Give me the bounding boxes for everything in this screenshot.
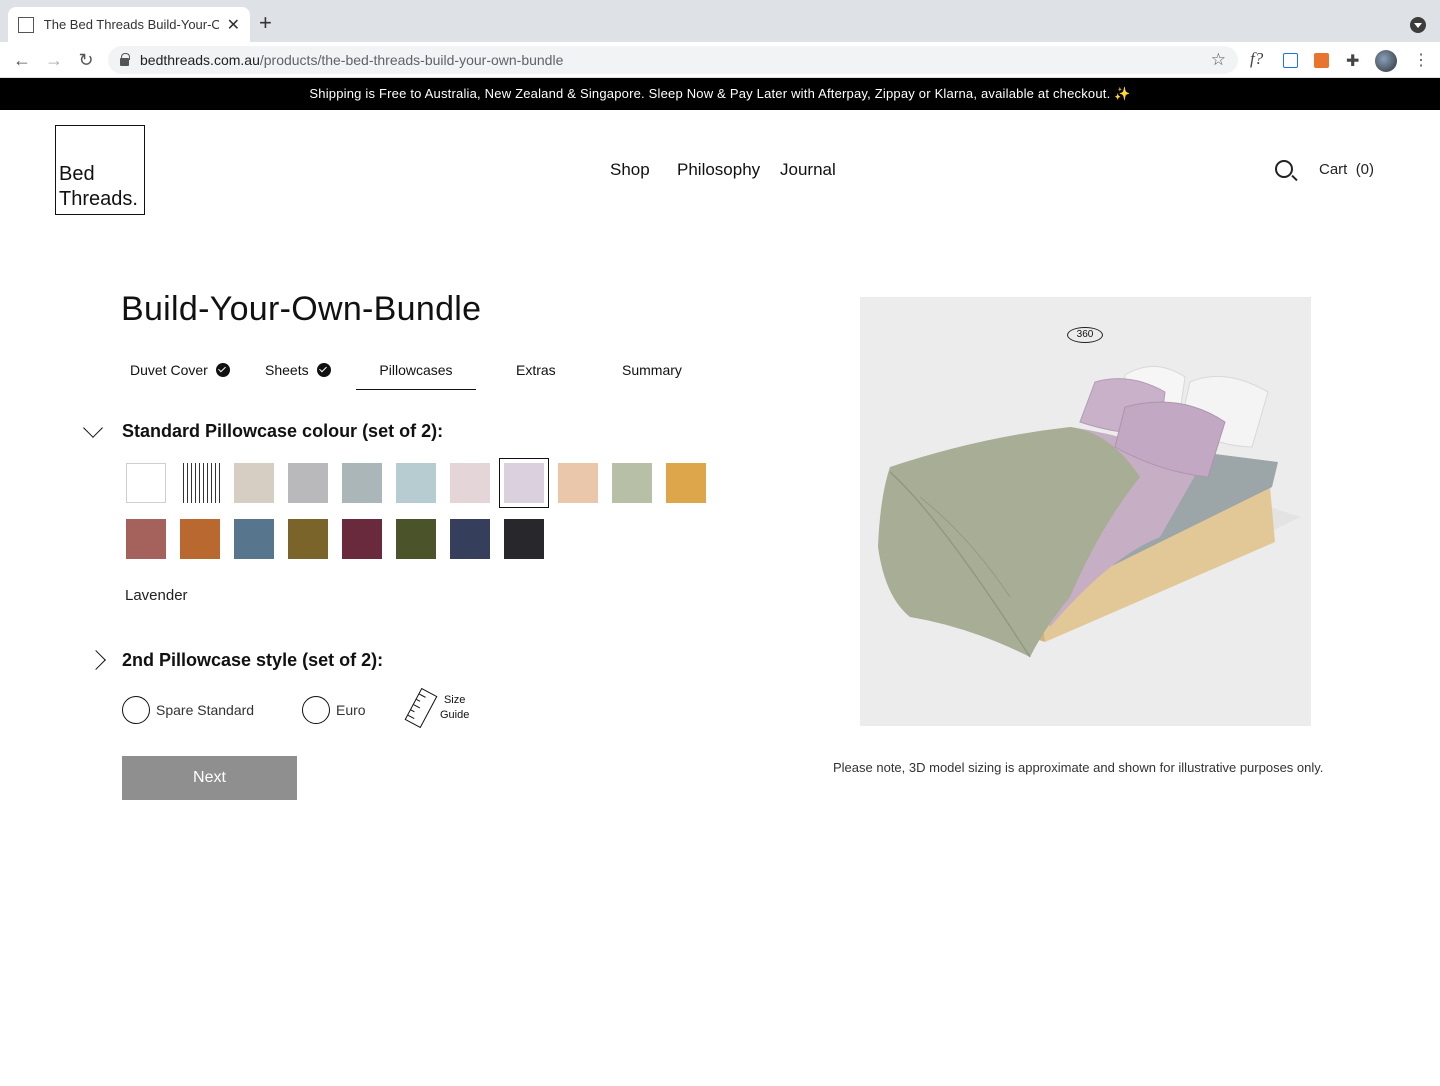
- browser-menu-icon[interactable]: ⋮: [1413, 50, 1429, 70]
- colour-swatch[interactable]: [126, 519, 166, 559]
- step-label: Duvet Cover: [130, 362, 208, 378]
- address-bar[interactable]: bedthreads.com.au /products/the-bed-thre…: [108, 46, 1238, 74]
- chevron-right-icon[interactable]: [86, 650, 106, 670]
- colour-swatch[interactable]: [342, 463, 382, 503]
- size-guide-line-2: Guide: [440, 709, 470, 721]
- colour-swatch[interactable]: [126, 463, 166, 503]
- size-guide-link[interactable]: Size Guide: [404, 687, 469, 729]
- profile-avatar[interactable]: [1375, 50, 1397, 72]
- colour-swatch[interactable]: [342, 519, 382, 559]
- colour-swatch[interactable]: [450, 519, 490, 559]
- cart-count: (0): [1355, 161, 1375, 178]
- colour-swatch[interactable]: [180, 519, 220, 559]
- size-guide-line-1: Size: [443, 694, 466, 706]
- colour-swatch[interactable]: [234, 463, 274, 503]
- step-pillowcases[interactable]: Pillowcases: [356, 350, 476, 390]
- site-favicon-icon: [18, 16, 34, 33]
- back-arrow-icon[interactable]: ←: [10, 48, 34, 72]
- colour-swatch[interactable]: [288, 519, 328, 559]
- nav-philosophy[interactable]: Philosophy: [677, 160, 760, 180]
- checkmark-icon: [316, 363, 331, 377]
- colour-swatch[interactable]: [396, 519, 436, 559]
- 3d-bed-viewer[interactable]: 360: [860, 297, 1311, 726]
- option-euro[interactable]: Euro: [302, 696, 366, 724]
- step-sheets[interactable]: Sheets: [265, 350, 331, 390]
- option-label: Euro: [336, 702, 366, 718]
- cart-link[interactable]: Cart (0): [1319, 161, 1374, 178]
- nav-shop[interactable]: Shop: [610, 160, 650, 180]
- logo-line-2: Threads.: [59, 188, 138, 210]
- tab-title: The Bed Threads Build-Your-O: [43, 17, 219, 32]
- url-path: /products/the-bed-threads-build-your-own…: [259, 52, 564, 68]
- extensions-puzzle-icon[interactable]: ✚: [1346, 51, 1359, 71]
- colour-swatch[interactable]: [666, 463, 706, 503]
- radio-button[interactable]: [302, 696, 330, 724]
- checkmark-icon: [215, 363, 230, 377]
- option-label: Spare Standard: [156, 702, 255, 718]
- selected-colour-name: Lavender: [125, 587, 188, 604]
- screenshot-extension-icon[interactable]: [1283, 53, 1298, 68]
- browser-tab-bar: The Bed Threads Build-Your-O ✕ +: [0, 0, 1440, 42]
- page-title: Build-Your-Own-Bundle: [121, 290, 482, 328]
- builder-steps: Duvet Cover Sheets Pillowcases Extras Su…: [122, 350, 722, 392]
- step-label: Sheets: [265, 362, 309, 378]
- ruler-icon: [404, 687, 438, 729]
- colour-swatch[interactable]: [396, 463, 436, 503]
- bed-illustration: [878, 366, 1300, 658]
- announcement-bar: Shipping is Free to Australia, New Zeala…: [0, 78, 1440, 110]
- browser-tab[interactable]: The Bed Threads Build-Your-O ✕: [8, 7, 250, 42]
- 360-rotate-icon[interactable]: 360: [1067, 327, 1103, 343]
- colour-swatch[interactable]: [450, 463, 490, 503]
- forward-arrow-icon[interactable]: →: [42, 48, 66, 72]
- step-label: Pillowcases: [379, 361, 453, 378]
- viewer-note: Please note, 3D model sizing is approxim…: [833, 760, 1324, 775]
- new-tab-icon[interactable]: +: [259, 12, 272, 34]
- search-icon[interactable]: [1275, 160, 1293, 178]
- step-label: Extras: [516, 362, 556, 378]
- reload-icon[interactable]: ↻: [74, 48, 98, 72]
- colour-swatch[interactable]: [180, 463, 220, 503]
- colour-swatch[interactable]: [288, 463, 328, 503]
- colour-swatch[interactable]: [558, 463, 598, 503]
- step-duvet-cover[interactable]: Duvet Cover: [130, 350, 230, 390]
- colour-swatch[interactable]: [499, 458, 549, 508]
- browser-toolbar: ← → ↻ bedthreads.com.au /products/the-be…: [0, 42, 1440, 78]
- option-spare-standard[interactable]: Spare Standard: [122, 696, 254, 724]
- close-tab-icon[interactable]: ✕: [227, 15, 240, 35]
- step-label: Summary: [622, 362, 682, 378]
- extension-badge-icon[interactable]: [1314, 53, 1329, 68]
- size-guide-label: Size Guide: [440, 693, 469, 723]
- lock-icon: [120, 53, 130, 66]
- radio-button[interactable]: [122, 696, 150, 724]
- step-summary[interactable]: Summary: [622, 350, 682, 390]
- cart-label: Cart: [1319, 161, 1348, 178]
- colour-swatch[interactable]: [612, 463, 652, 503]
- logo-line-1: Bed: [59, 163, 95, 185]
- colour-swatch[interactable]: [504, 519, 544, 559]
- font-extension-icon[interactable]: f?: [1250, 49, 1263, 69]
- url-host: bedthreads.com.au: [140, 52, 260, 68]
- site-logo[interactable]: Bed Threads.: [55, 125, 145, 215]
- next-button[interactable]: Next: [122, 756, 297, 800]
- nav-journal[interactable]: Journal: [780, 160, 836, 180]
- chevron-down-icon[interactable]: [83, 418, 103, 438]
- step-extras[interactable]: Extras: [516, 350, 556, 390]
- colour-section-title[interactable]: Standard Pillowcase colour (set of 2):: [122, 421, 443, 442]
- tab-search-icon[interactable]: [1410, 17, 1426, 33]
- colour-swatch[interactable]: [234, 519, 274, 559]
- bookmark-star-icon[interactable]: ☆: [1211, 50, 1226, 70]
- style-section-title[interactable]: 2nd Pillowcase style (set of 2):: [122, 650, 383, 671]
